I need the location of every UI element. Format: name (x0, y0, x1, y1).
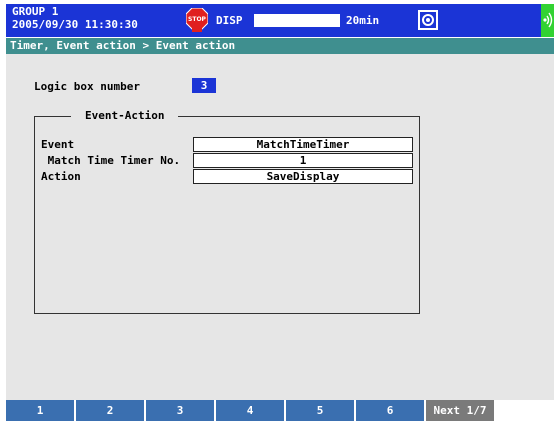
breadcrumb: Timer, Event action > Event action (6, 38, 554, 54)
event-field[interactable]: MatchTimeTimer (193, 137, 413, 152)
status-bar: GROUP 1 2005/09/30 11:30:30 STOP DISP 20… (6, 4, 554, 37)
settings-panel: Logic box number 3 Event-Action Event Ma… (6, 54, 554, 400)
softkey-2[interactable]: 2 (76, 400, 146, 421)
svg-text:STOP: STOP (188, 16, 207, 23)
softkey-bar: 1 2 3 4 5 6 Next 1/7 (6, 400, 554, 421)
match-time-timer-no-field[interactable]: 1 (193, 153, 413, 168)
event-action-group-title: Event-Action (71, 109, 179, 122)
softkey-next[interactable]: Next 1/7 (426, 400, 496, 421)
softkey-3[interactable]: 3 (146, 400, 216, 421)
screen: GROUP 1 2005/09/30 11:30:30 STOP DISP 20… (0, 0, 557, 421)
memory-usage-bar (254, 14, 340, 27)
logic-box-number-field[interactable]: 3 (192, 78, 216, 93)
logic-box-number-label: Logic box number (34, 80, 140, 93)
softkey-4[interactable]: 4 (216, 400, 286, 421)
action-field[interactable]: SaveDisplay (193, 169, 413, 184)
softkey-1[interactable]: 1 (6, 400, 76, 421)
camera-icon (418, 10, 438, 30)
display-mode-label: DISP (216, 14, 243, 27)
event-action-group: Event-Action Event MatchTimeTimer Match … (34, 109, 420, 314)
action-label: Action (41, 170, 81, 183)
interval-label: 20min (346, 14, 380, 27)
softkey-5[interactable]: 5 (286, 400, 356, 421)
softkey-6[interactable]: 6 (356, 400, 426, 421)
event-label: Event (41, 138, 75, 151)
softkey-bar-spacer (496, 400, 554, 421)
communication-icon (541, 4, 554, 37)
stop-icon: STOP (185, 7, 209, 32)
match-time-timer-no-label: Match Time Timer No. (41, 154, 181, 167)
group-name[interactable]: GROUP 1 (12, 6, 58, 18)
datetime: 2005/09/30 11:30:30 (12, 18, 138, 31)
